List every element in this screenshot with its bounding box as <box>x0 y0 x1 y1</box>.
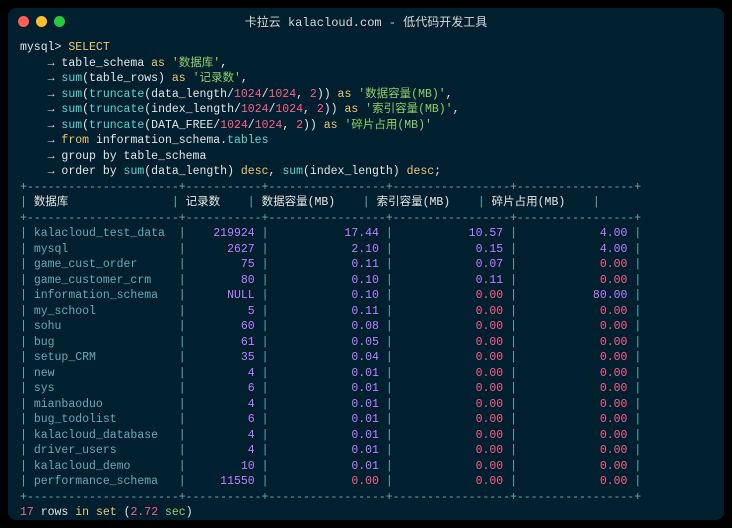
titlebar: 卡拉云 kalacloud.com - 低代码开发工具 <box>8 8 724 34</box>
minimize-icon[interactable] <box>36 16 47 27</box>
close-icon[interactable] <box>18 16 29 27</box>
terminal-window: 卡拉云 kalacloud.com - 低代码开发工具 mysql> SELEC… <box>8 8 724 520</box>
terminal-content[interactable]: mysql> SELECT → table_schema as '数据库', →… <box>8 34 724 520</box>
window-title: 卡拉云 kalacloud.com - 低代码开发工具 <box>8 13 724 30</box>
maximize-icon[interactable] <box>54 16 65 27</box>
traffic-lights <box>18 16 65 27</box>
